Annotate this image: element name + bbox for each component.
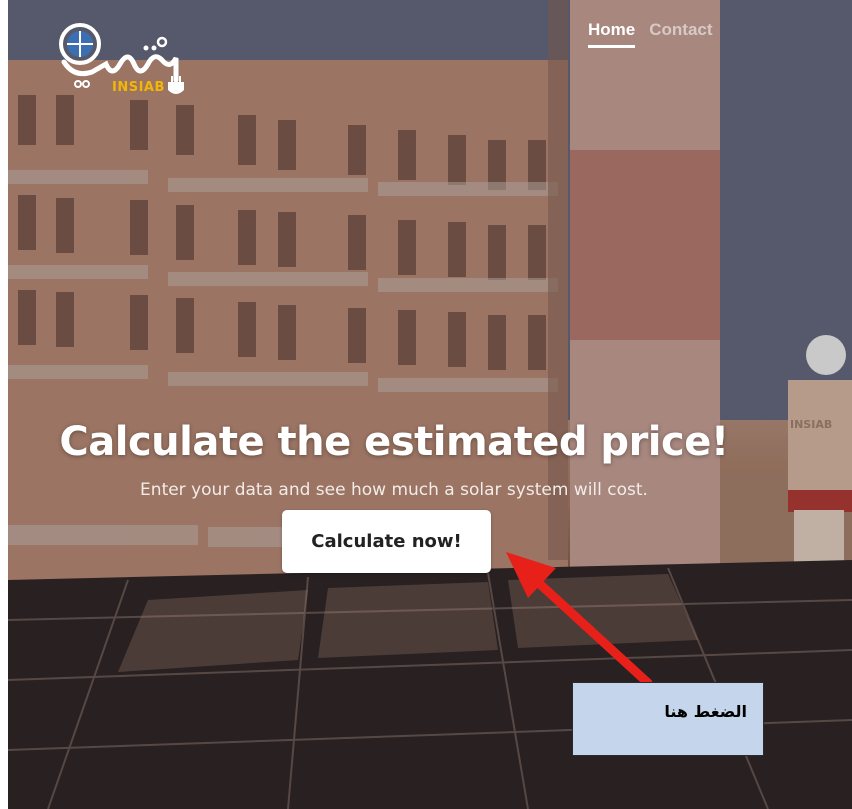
annotation-note-box: الضغط هنا (572, 682, 764, 756)
logo-brand-text: INSIAB (112, 80, 165, 95)
page: INSIAB Home Contact INSIAB Calculate the… (0, 0, 852, 809)
hero-title: Calculate the estimated price! (59, 418, 729, 465)
worker-vest-text: INSIAB (790, 418, 833, 431)
nav-link-contact[interactable]: Contact (649, 20, 712, 48)
annotation-note-text: الضغط هنا (664, 702, 747, 721)
insiab-logo[interactable]: INSIAB (54, 20, 204, 104)
hero-subtitle: Enter your data and see how much a solar… (140, 480, 648, 500)
top-nav: Home Contact (588, 20, 713, 48)
calculate-now-button[interactable]: Calculate now! (282, 510, 491, 573)
nav-link-home[interactable]: Home (588, 20, 636, 48)
